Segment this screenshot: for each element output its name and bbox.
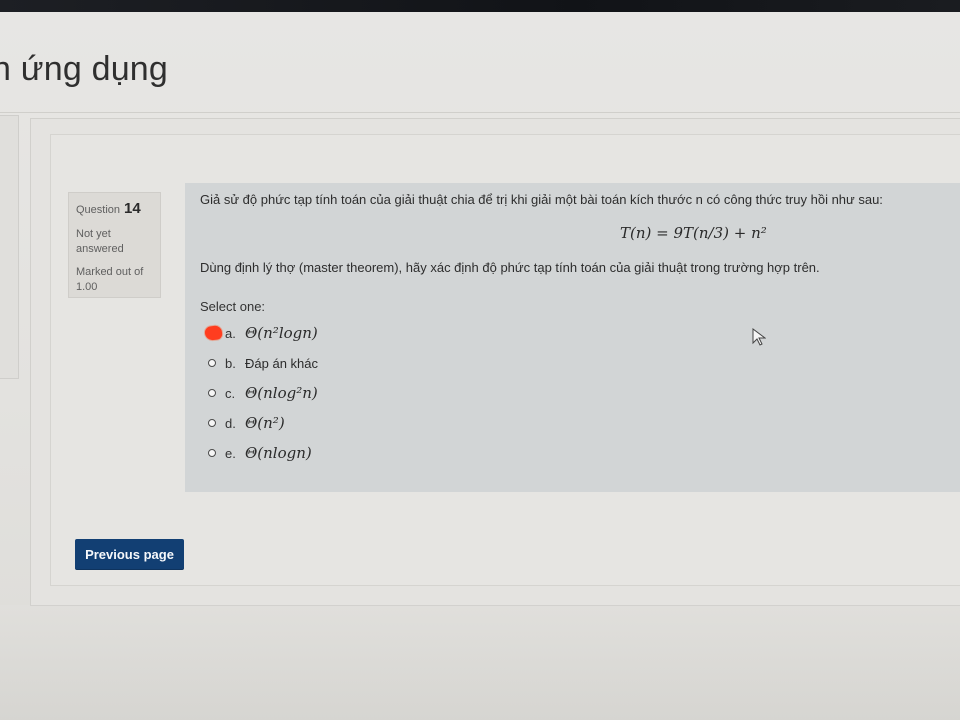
radio-button-d[interactable] — [208, 419, 216, 428]
marked-out-of-label: Marked out of — [76, 265, 144, 278]
page-title: n ứng dụng — [0, 50, 169, 88]
question-label: Question — [76, 204, 121, 216]
answer-letter: b. — [225, 355, 236, 371]
mouse-pointer-icon — [752, 328, 766, 346]
header-divider — [0, 112, 960, 113]
question-label-row: Question 14 — [76, 199, 153, 219]
answer-text: Θ(nlogn) — [245, 444, 312, 463]
answer-text: Θ(n²) — [245, 414, 285, 433]
answer-option-d[interactable]: d. Θ(n²) — [200, 408, 960, 438]
left-sidebar-panel — [0, 115, 19, 379]
select-one-label: Select one: — [200, 299, 266, 315]
answer-option-b[interactable]: b. Đáp án khác — [200, 348, 960, 378]
background-shading — [0, 605, 960, 720]
question-text-intro: Giả sử độ phức tạp tính toán của giải th… — [200, 192, 883, 207]
question-info-panel: Question 14 Not yet answered Marked out … — [68, 192, 161, 298]
screen-bezel — [0, 0, 960, 12]
answer-option-a[interactable]: a. Θ(n²logn) — [200, 318, 960, 348]
answer-letter: e. — [225, 445, 236, 461]
radio-button-e[interactable] — [208, 449, 216, 458]
answer-options: a. Θ(n²logn) b. Đáp án khác c. Θ(nlog²n)… — [200, 318, 960, 468]
radio-button-b[interactable] — [208, 359, 216, 368]
question-score: 1.00 — [76, 280, 98, 293]
answer-letter: a. — [225, 325, 236, 341]
radio-button-c[interactable] — [208, 389, 216, 398]
answer-letter: c. — [225, 385, 236, 401]
previous-page-button[interactable]: Previous page — [75, 539, 184, 570]
answer-option-e[interactable]: e. Θ(nlogn) — [200, 438, 960, 468]
answer-text: Θ(n²logn) — [245, 324, 318, 343]
answer-text: Θ(nlog²n) — [245, 384, 318, 403]
answer-text: Đáp án khác — [245, 355, 318, 371]
question-status: Not yet answered — [76, 228, 124, 256]
recurrence-formula: T(n) = 9T(n/3) + n² — [620, 224, 767, 243]
red-mark-icon — [204, 325, 223, 342]
marked-out-of: Marked out of 1.00 — [76, 265, 153, 295]
answer-option-c[interactable]: c. Θ(nlog²n) — [200, 378, 960, 408]
answer-letter: d. — [225, 415, 236, 431]
question-number: 14 — [124, 200, 141, 217]
question-text-instruction: Dùng định lý thợ (master theorem), hãy x… — [200, 260, 820, 276]
question-body: Giả sử độ phức tạp tính toán của giải th… — [185, 183, 960, 492]
